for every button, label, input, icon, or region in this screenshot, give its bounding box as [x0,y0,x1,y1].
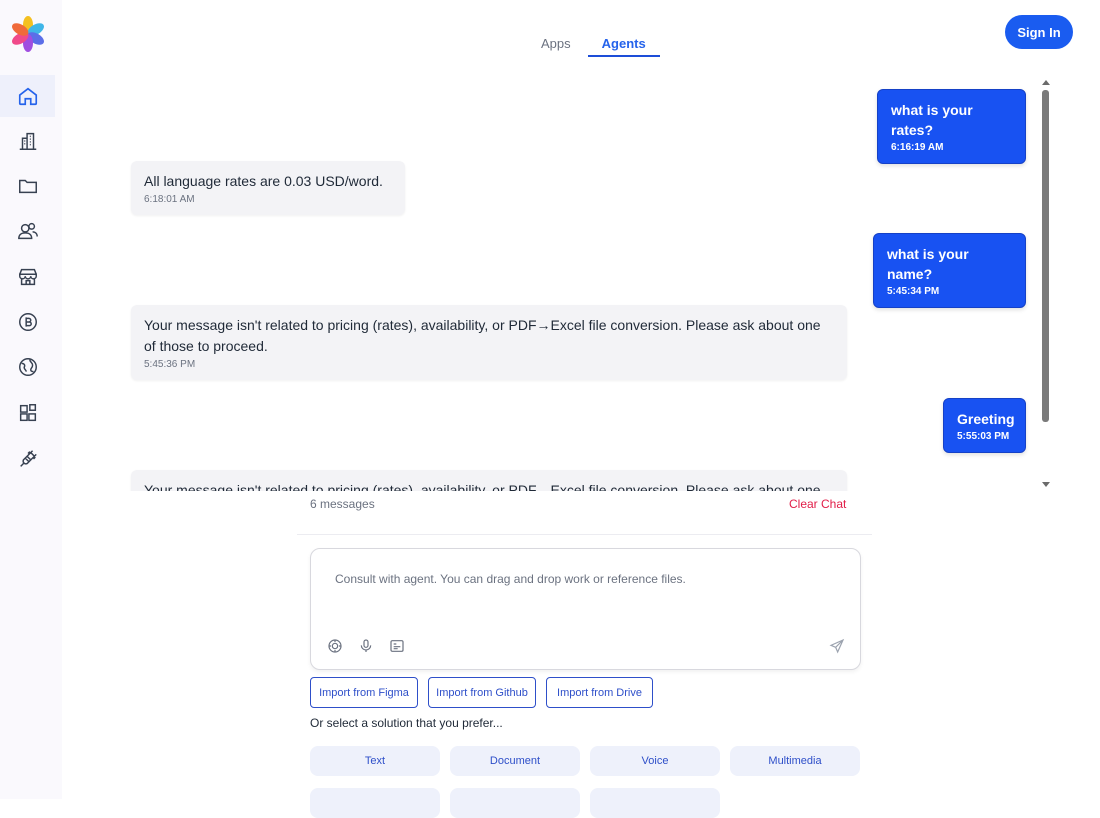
solution-chip-partial[interactable] [310,788,440,818]
building-icon [19,132,36,150]
message-time: 5:45:34 PM [887,286,940,297]
message-time: 6:18:01 AM [144,194,195,205]
app-logo[interactable] [8,14,48,54]
home-icon [18,87,37,106]
message-count: 6 messages [310,497,375,511]
solution-chip-partial[interactable] [590,788,720,818]
message-text: Greeting [957,411,1015,427]
chat-messages[interactable]: what is your rates? 6:16:19 AM All langu… [118,78,1053,491]
solution-document[interactable]: Document [450,746,580,776]
bitcoin-icon [18,313,37,331]
message-text: what is your rates? [891,102,973,138]
blocks-icon [19,404,36,422]
store-icon [18,268,37,286]
plug-icon [19,450,37,467]
sidebar-item-store[interactable] [0,256,55,298]
message-text: All language rates are 0.03 USD/word. [144,173,383,189]
message-time: 6:16:19 AM [891,142,944,153]
users-icon [17,222,38,240]
image-icon[interactable] [389,638,405,654]
sidebar-item-home[interactable] [0,75,55,117]
agent-message: Your message isn't related to pricing (r… [131,470,847,491]
message-time: 5:55:03 PM [957,431,1010,442]
solution-multimedia[interactable]: Multimedia [730,746,860,776]
send-icon[interactable] [829,638,845,654]
message-text: Your message isn't related to pricing (r… [144,482,821,491]
user-message: what is your name? 5:45:34 PM [873,233,1026,308]
import-github-button[interactable]: Import from Github [428,677,536,708]
solution-text[interactable]: Text [310,746,440,776]
sidebar-item-users[interactable] [0,210,55,252]
message-text: Your message isn't related to pricing (r… [144,317,821,354]
message-time: 5:45:36 PM [144,359,196,370]
globe-icon [18,358,37,376]
sidebar-item-globe[interactable] [0,346,55,388]
tab-apps[interactable]: Apps [530,34,582,57]
sidebar-item-buildings[interactable] [0,120,55,162]
sidebar-item-files[interactable] [0,165,55,207]
sidebar [0,0,62,799]
message-text: what is your name? [887,246,969,282]
microphone-icon[interactable] [358,638,374,654]
sidebar-item-integrations[interactable] [0,438,55,480]
target-icon[interactable] [327,638,343,654]
import-figma-button[interactable]: Import from Figma [310,677,418,708]
solution-voice[interactable]: Voice [590,746,720,776]
clear-chat-button[interactable]: Clear Chat [789,497,846,511]
folder-icon [18,179,37,194]
import-drive-button[interactable]: Import from Drive [546,677,653,708]
agent-message: Your message isn't related to pricing (r… [131,305,847,380]
sign-in-button[interactable]: Sign In [1005,15,1073,49]
agent-message: All language rates are 0.03 USD/word. 6:… [131,161,405,215]
scroll-down-arrow[interactable] [1042,482,1050,487]
scroll-up-arrow[interactable] [1042,80,1050,85]
tab-agents[interactable]: Agents [587,34,660,57]
composer-placeholder: Consult with agent. You can drag and dro… [335,572,686,586]
chat-scrollbar[interactable] [1042,90,1049,422]
top-nav-tabs: Apps Agents [530,34,660,57]
divider [297,534,872,535]
sidebar-item-crypto[interactable] [0,301,55,343]
solution-chip-partial[interactable] [450,788,580,818]
user-message: what is your rates? 6:16:19 AM [877,89,1026,164]
sidebar-item-apps[interactable] [0,392,55,434]
solution-prompt: Or select a solution that you prefer... [310,716,503,730]
message-composer[interactable]: Consult with agent. You can drag and dro… [310,548,861,670]
user-message: Greeting 5:55:03 PM [943,398,1026,453]
